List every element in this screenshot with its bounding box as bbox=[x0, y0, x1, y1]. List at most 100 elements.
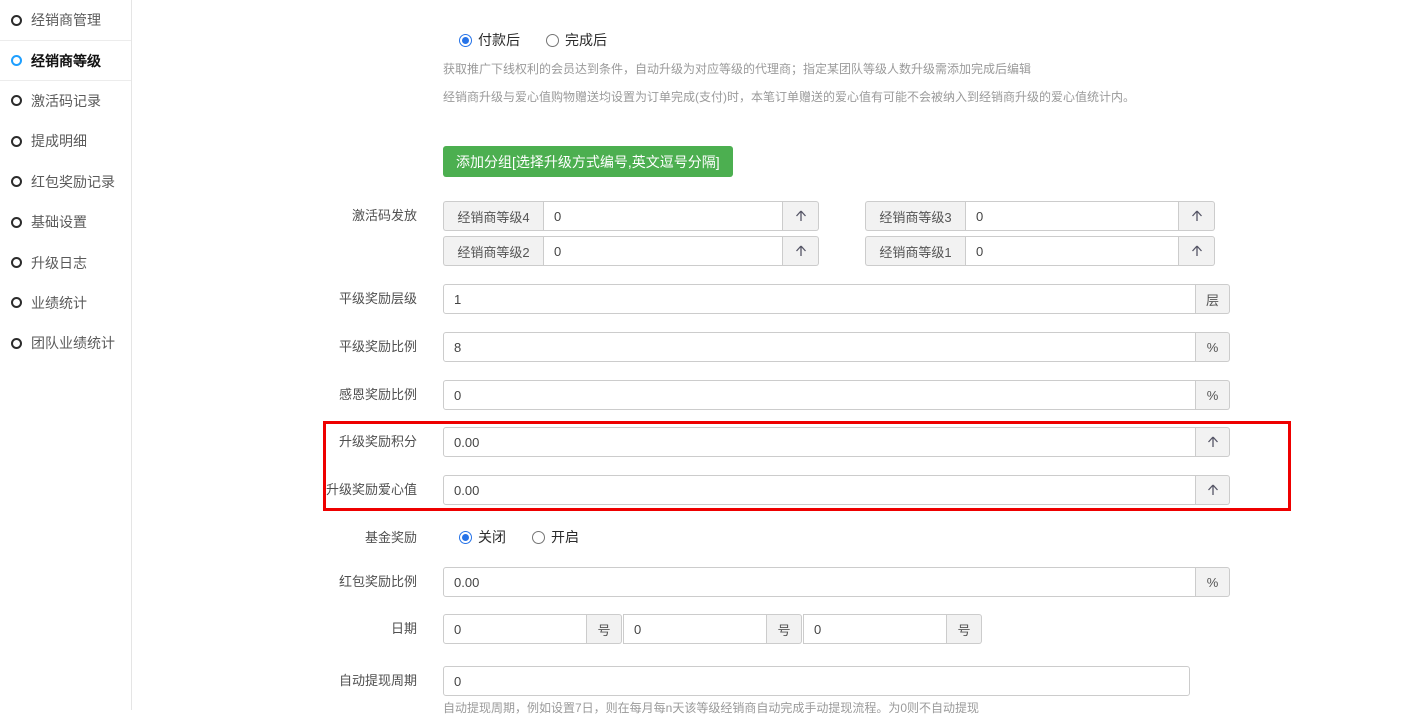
add-group-button[interactable]: 添加分组[选择升级方式编号,英文逗号分隔] bbox=[443, 146, 733, 177]
redpacket-reward-ratio-label: 红包奖励比例 bbox=[132, 567, 417, 597]
input-prefix-label: 经销商等级2 bbox=[443, 236, 543, 266]
up-arrow-button[interactable] bbox=[783, 236, 819, 266]
activation-level3-input[interactable] bbox=[965, 201, 1179, 231]
up-arrow-button[interactable] bbox=[1196, 427, 1230, 457]
radio-after-payment[interactable]: 付款后 bbox=[459, 30, 520, 50]
sidebar-item-label: 升级日志 bbox=[31, 253, 87, 273]
sidebar-item-dealer-level[interactable]: 经销商等级 bbox=[0, 40, 131, 80]
sidebar-item-activation-code-records[interactable]: 激活码记录 bbox=[0, 81, 131, 121]
sidebar-item-label: 业绩统计 bbox=[31, 293, 87, 313]
upgrade-help-line2: 经销商升级与爱心值购物赠送均设置为订单完成(支付)时，本笔订单赠送的爱心值有可能… bbox=[443, 88, 1135, 105]
auto-withdraw-cycle-label: 自动提现周期 bbox=[132, 666, 417, 696]
auto-withdraw-help: 自动提现周期，例如设置7日，则在每月每n天该等级经销商自动完成手动提现流程。为0… bbox=[443, 699, 979, 716]
upgrade-reward-love-value-label: 升级奖励爱心值 bbox=[132, 475, 417, 505]
upgrade-reward-points-label: 升级奖励积分 bbox=[132, 427, 417, 457]
sidebar-item-commission-details[interactable]: 提成明细 bbox=[0, 121, 131, 161]
circle-icon bbox=[11, 15, 22, 26]
up-arrow-icon bbox=[1206, 435, 1220, 449]
up-arrow-icon bbox=[794, 244, 808, 258]
input-prefix-label: 经销商等级3 bbox=[865, 201, 965, 231]
upgrade-reward-love-value-group bbox=[443, 475, 1230, 505]
unit-suffix-label: 层 bbox=[1196, 284, 1230, 314]
sidebar-item-team-performance-stats[interactable]: 团队业绩统计 bbox=[0, 323, 131, 363]
upgrade-timing-radio-group: 付款后 完成后 bbox=[459, 30, 607, 50]
sidebar-item-redpacket-reward-records[interactable]: 红包奖励记录 bbox=[0, 162, 131, 202]
radio-label: 付款后 bbox=[478, 30, 520, 50]
radio-fund-on[interactable]: 开启 bbox=[532, 527, 579, 547]
percent-suffix-label: % bbox=[1196, 380, 1230, 410]
upgrade-reward-points-input[interactable] bbox=[443, 427, 1196, 457]
same-level-reward-layers-group: 层 bbox=[443, 284, 1230, 314]
percent-suffix-label: % bbox=[1196, 332, 1230, 362]
redpacket-reward-ratio-input[interactable] bbox=[443, 567, 1196, 597]
sidebar-item-upgrade-log[interactable]: 升级日志 bbox=[0, 242, 131, 282]
sidebar-item-dealer-management[interactable]: 经销商管理 bbox=[0, 0, 131, 40]
radio-after-completion[interactable]: 完成后 bbox=[546, 30, 607, 50]
up-arrow-icon bbox=[1190, 244, 1204, 258]
sidebar-item-label: 团队业绩统计 bbox=[31, 333, 115, 353]
circle-icon bbox=[11, 297, 22, 308]
fund-reward-radio-group: 关闭 开启 bbox=[459, 527, 579, 547]
radio-selected-icon bbox=[459, 34, 472, 47]
gratitude-reward-ratio-label: 感恩奖励比例 bbox=[132, 380, 417, 410]
circle-icon bbox=[11, 55, 22, 66]
activation-group-level2: 经销商等级2 bbox=[443, 236, 819, 266]
auto-withdraw-cycle-input[interactable] bbox=[443, 666, 1190, 696]
same-level-reward-layers-input[interactable] bbox=[443, 284, 1196, 314]
date-input-3[interactable] bbox=[803, 614, 947, 644]
main-content: 付款后 完成后 获取推广下线权利的会员达到条件，自动升级为对应等级的代理商；指定… bbox=[132, 0, 1422, 710]
upgrade-reward-love-value-input[interactable] bbox=[443, 475, 1196, 505]
day-suffix-label: 号 bbox=[587, 614, 622, 644]
sidebar-item-label: 经销商等级 bbox=[31, 51, 101, 71]
sidebar-item-label: 激活码记录 bbox=[31, 91, 101, 111]
activation-issue-label: 激活码发放 bbox=[132, 201, 417, 231]
radio-fund-off[interactable]: 关闭 bbox=[459, 527, 506, 547]
date-input-1[interactable] bbox=[443, 614, 587, 644]
same-level-reward-ratio-group: % bbox=[443, 332, 1230, 362]
up-arrow-button[interactable] bbox=[783, 201, 819, 231]
sidebar-item-label: 提成明细 bbox=[31, 131, 87, 151]
gratitude-reward-ratio-group: % bbox=[443, 380, 1230, 410]
radio-label: 完成后 bbox=[565, 30, 607, 50]
radio-unselected-icon bbox=[546, 34, 559, 47]
day-suffix-label: 号 bbox=[767, 614, 802, 644]
activation-level1-input[interactable] bbox=[965, 236, 1179, 266]
circle-icon bbox=[11, 217, 22, 228]
up-arrow-icon bbox=[794, 209, 808, 223]
circle-icon bbox=[11, 95, 22, 106]
input-prefix-label: 经销商等级4 bbox=[443, 201, 543, 231]
sidebar: 经销商管理 经销商等级 激活码记录 提成明细 红包奖励记录 基础设置 升级日志 … bbox=[0, 0, 132, 710]
circle-icon bbox=[11, 257, 22, 268]
sidebar-item-label: 基础设置 bbox=[31, 212, 87, 232]
circle-icon bbox=[11, 176, 22, 187]
fund-reward-label: 基金奖励 bbox=[132, 523, 417, 553]
activation-group-level4: 经销商等级4 bbox=[443, 201, 819, 231]
same-level-reward-ratio-label: 平级奖励比例 bbox=[132, 332, 417, 362]
day-suffix-label: 号 bbox=[947, 614, 982, 644]
up-arrow-icon bbox=[1206, 483, 1220, 497]
activation-group-level1: 经销商等级1 bbox=[865, 236, 1215, 266]
up-arrow-icon bbox=[1190, 209, 1204, 223]
upgrade-reward-points-group bbox=[443, 427, 1230, 457]
activation-level2-input[interactable] bbox=[543, 236, 783, 266]
circle-icon bbox=[11, 338, 22, 349]
radio-selected-icon bbox=[459, 531, 472, 544]
percent-suffix-label: % bbox=[1196, 567, 1230, 597]
up-arrow-button[interactable] bbox=[1179, 201, 1215, 231]
up-arrow-button[interactable] bbox=[1196, 475, 1230, 505]
date-input-2[interactable] bbox=[623, 614, 767, 644]
sidebar-item-basic-settings[interactable]: 基础设置 bbox=[0, 202, 131, 242]
circle-icon bbox=[11, 136, 22, 147]
activation-level4-input[interactable] bbox=[543, 201, 783, 231]
activation-group-level3: 经销商等级3 bbox=[865, 201, 1215, 231]
input-prefix-label: 经销商等级1 bbox=[865, 236, 965, 266]
date-label: 日期 bbox=[132, 614, 417, 644]
radio-label: 开启 bbox=[551, 527, 579, 547]
auto-withdraw-cycle-group bbox=[443, 666, 1190, 696]
radio-unselected-icon bbox=[532, 531, 545, 544]
sidebar-item-performance-stats[interactable]: 业绩统计 bbox=[0, 283, 131, 323]
up-arrow-button[interactable] bbox=[1179, 236, 1215, 266]
gratitude-reward-ratio-input[interactable] bbox=[443, 380, 1196, 410]
same-level-reward-ratio-input[interactable] bbox=[443, 332, 1196, 362]
upgrade-help-line1: 获取推广下线权利的会员达到条件，自动升级为对应等级的代理商；指定某团队等级人数升… bbox=[443, 60, 1031, 77]
